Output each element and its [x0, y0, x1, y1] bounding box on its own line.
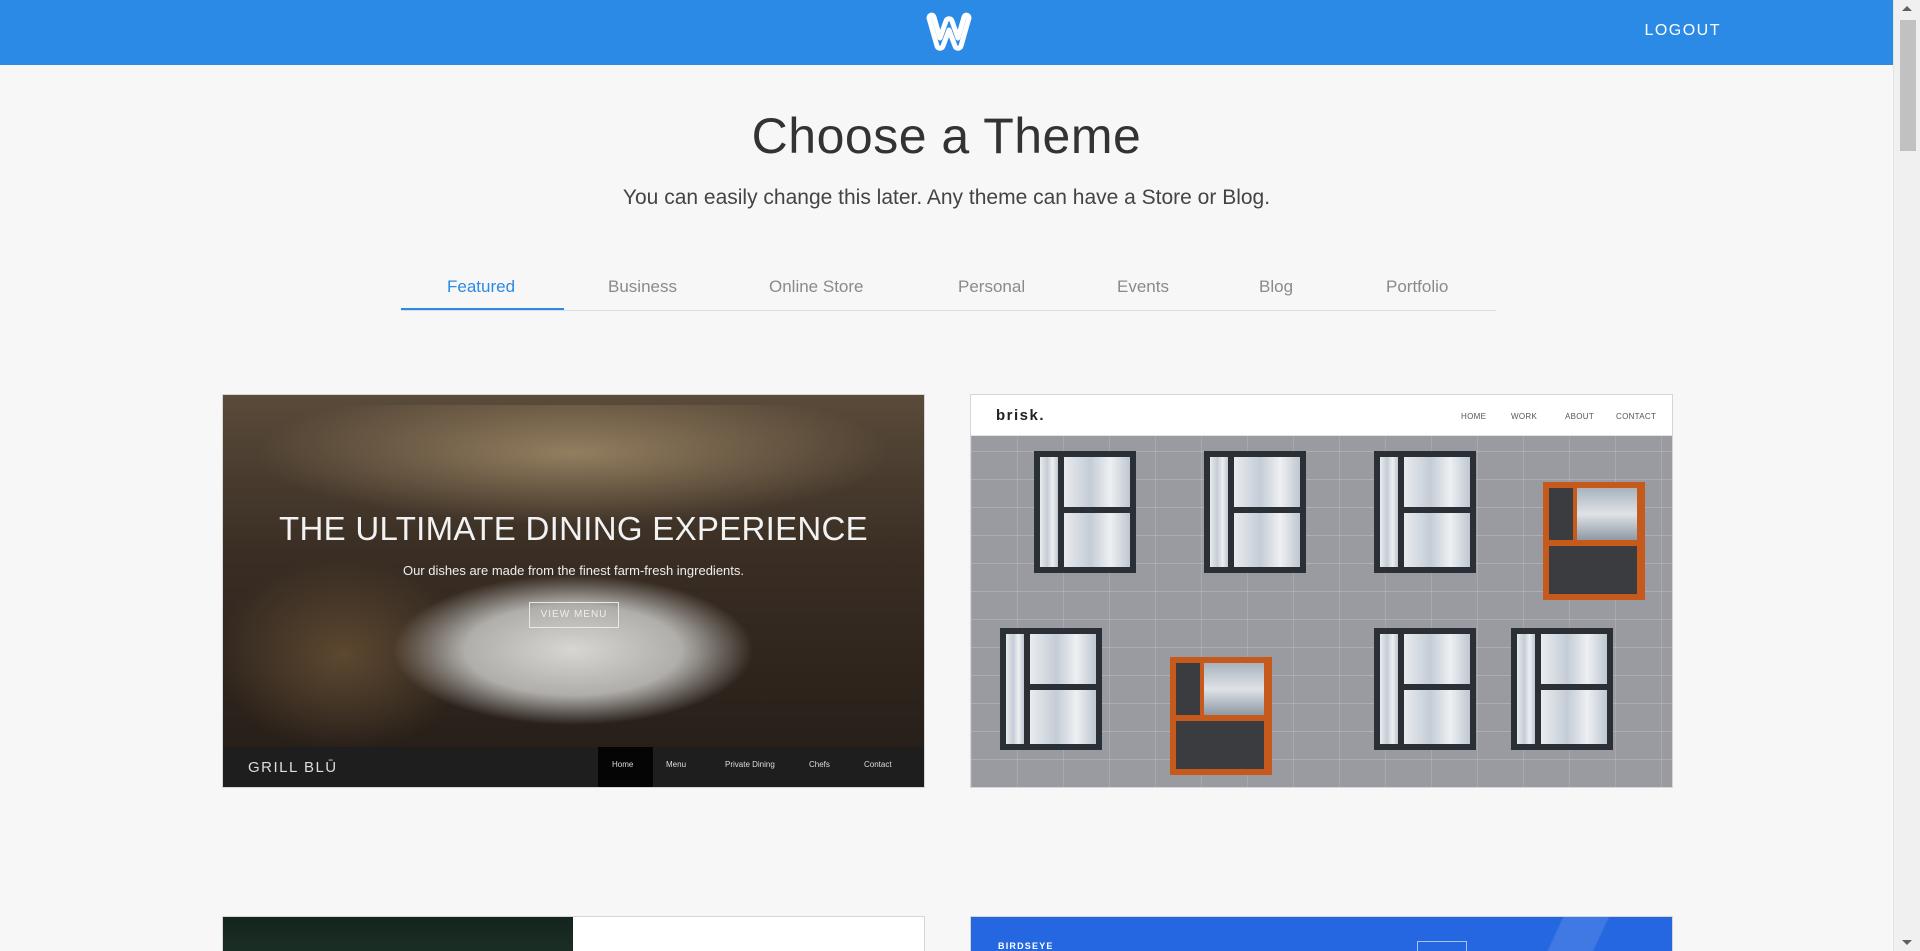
top-bar: LOGOUT: [0, 0, 1893, 65]
nav-item: CONTACT: [1616, 412, 1657, 421]
nav-item: Contact: [864, 760, 892, 769]
theme-tagline: Our dishes are made from the finest farm…: [402, 563, 745, 578]
scroll-up-arrow-icon[interactable]: [1902, 6, 1912, 11]
nav-item: Menu: [666, 760, 687, 769]
tab-portfolio[interactable]: Portfolio: [1386, 277, 1448, 297]
weebly-logo-icon[interactable]: [925, 12, 973, 52]
orange-window: [1543, 482, 1645, 600]
theme-preview-box: [1417, 941, 1467, 951]
theme-nav-bar: GRILL BLŪ Home Menu Private Dining Chefs…: [223, 747, 924, 787]
nav-item: Private Dining: [725, 760, 775, 769]
nav-item: HOME: [1461, 412, 1487, 421]
window: [1374, 628, 1476, 750]
window: [1204, 451, 1306, 573]
scrollbar-thumb[interactable]: [1900, 20, 1916, 151]
theme-logo: GRILL BLŪ: [248, 759, 338, 776]
orange-window: [1170, 657, 1272, 775]
nav-item: ABOUT: [1565, 412, 1595, 421]
theme-logo: BIRDSEYE: [998, 941, 1054, 951]
dining-photo-glow: [253, 405, 893, 525]
tab-events[interactable]: Events: [1117, 277, 1169, 297]
tab-personal[interactable]: Personal: [958, 277, 1025, 297]
theme-card-3[interactable]: [222, 916, 925, 951]
page-title: Choose a Theme: [751, 108, 1142, 164]
page-subtitle: You can easily change this later. Any th…: [622, 186, 1271, 209]
theme-category-tabs: Featured Business Online Store Personal …: [401, 270, 1496, 311]
nav-item: WORK: [1511, 412, 1538, 421]
theme-header: brisk. HOME WORK ABOUT CONTACT: [971, 395, 1672, 436]
window: [1511, 628, 1613, 750]
theme-headline: THE ULTIMATE DINING EXPERIENCE: [278, 510, 868, 547]
tab-blog[interactable]: Blog: [1259, 277, 1293, 297]
page-scrollbar[interactable]: [1893, 0, 1920, 951]
tab-online-store[interactable]: Online Store: [769, 277, 864, 297]
nav-item: Home: [612, 760, 634, 769]
nav-item: Chefs: [809, 760, 830, 769]
logout-button[interactable]: LOGOUT: [1644, 22, 1721, 40]
view-menu-button: VIEW MENU: [529, 602, 619, 628]
window: [1034, 451, 1136, 573]
theme-card-birdseye[interactable]: BIRDSEYE: [970, 916, 1673, 951]
theme-card-grill-blu[interactable]: THE ULTIMATE DINING EXPERIENCE Our dishe…: [222, 394, 925, 788]
theme-preview-graphic: [1471, 917, 1671, 951]
scroll-down-arrow-icon[interactable]: [1902, 940, 1912, 945]
building-facade-photo: [971, 436, 1672, 787]
tab-business[interactable]: Business: [608, 277, 677, 297]
theme-chooser-page: LOGOUT Choose a Theme You can easily cha…: [0, 0, 1893, 951]
window: [1000, 628, 1102, 750]
active-tab-underline: [401, 308, 564, 310]
theme-logo: brisk.: [996, 407, 1046, 424]
theme-preview-photo: [223, 917, 573, 951]
window: [1374, 451, 1476, 573]
theme-card-brisk[interactable]: brisk. HOME WORK ABOUT CONTACT: [970, 394, 1673, 788]
tab-featured[interactable]: Featured: [447, 277, 515, 297]
